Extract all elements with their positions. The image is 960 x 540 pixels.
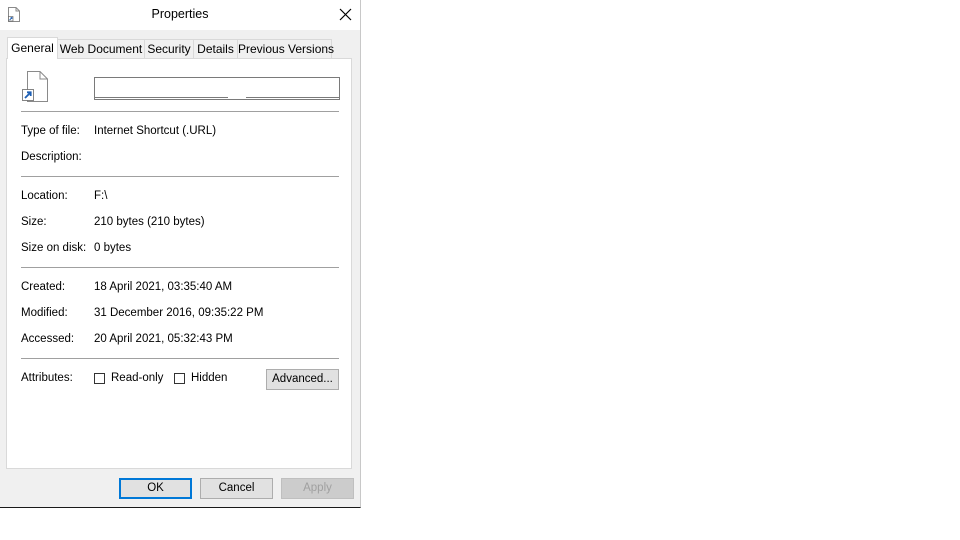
tab-previous-versions[interactable]: Previous Versions	[237, 39, 334, 58]
description-label: Description:	[21, 151, 82, 163]
title-bar: Properties	[0, 0, 360, 30]
readonly-label: Read-only	[111, 372, 164, 384]
close-icon	[339, 8, 352, 21]
readonly-checkbox[interactable]: Read-only	[94, 372, 163, 384]
hidden-label: Hidden	[191, 372, 228, 384]
internet-shortcut-file-icon	[22, 71, 52, 103]
size-on-disk-label: Size on disk:	[21, 242, 87, 254]
tab-details[interactable]: Details	[193, 39, 238, 58]
size-on-disk-value: 0 bytes	[94, 242, 132, 254]
tab-security[interactable]: Security	[144, 39, 194, 58]
type-of-file-value: Internet Shortcut (.URL)	[94, 125, 217, 137]
general-panel: Type of file: Internet Shortcut (.URL) D…	[6, 58, 352, 469]
name-underline-right	[246, 97, 340, 98]
accessed-label: Accessed:	[21, 333, 75, 345]
readonly-checkbox-box[interactable]	[94, 372, 105, 384]
divider	[21, 267, 339, 268]
divider	[21, 176, 339, 177]
tab-general[interactable]: General	[7, 37, 58, 59]
modified-value: 31 December 2016, 09:35:22 PM	[94, 307, 264, 319]
size-label: Size:	[21, 216, 47, 228]
created-value: 18 April 2021, 03:35:40 AM	[94, 281, 233, 293]
location-value: F:\	[94, 190, 108, 202]
size-value: 210 bytes (210 bytes)	[94, 216, 205, 228]
apply-button[interactable]: Apply	[281, 478, 354, 499]
cancel-button[interactable]: Cancel	[200, 478, 273, 499]
advanced-button[interactable]: Advanced...	[266, 369, 339, 390]
hidden-checkbox[interactable]: Hidden	[174, 372, 227, 384]
properties-dialog: Properties General Web Document Security…	[0, 0, 361, 508]
window-title: Properties	[151, 7, 209, 21]
created-label: Created:	[21, 281, 66, 293]
close-button[interactable]	[330, 0, 360, 30]
name-underline-left	[95, 97, 228, 98]
divider	[21, 111, 339, 112]
modified-label: Modified:	[21, 307, 68, 319]
attributes-label: Attributes:	[21, 372, 73, 384]
ok-button[interactable]: OK	[119, 478, 192, 499]
divider	[21, 358, 339, 359]
accessed-value: 20 April 2021, 05:32:43 PM	[94, 333, 233, 345]
file-name-input[interactable]	[94, 77, 340, 100]
type-of-file-label: Type of file:	[21, 125, 80, 137]
tab-web-document[interactable]: Web Document	[57, 39, 145, 58]
location-label: Location:	[21, 190, 68, 202]
hidden-checkbox-box[interactable]	[174, 372, 185, 384]
